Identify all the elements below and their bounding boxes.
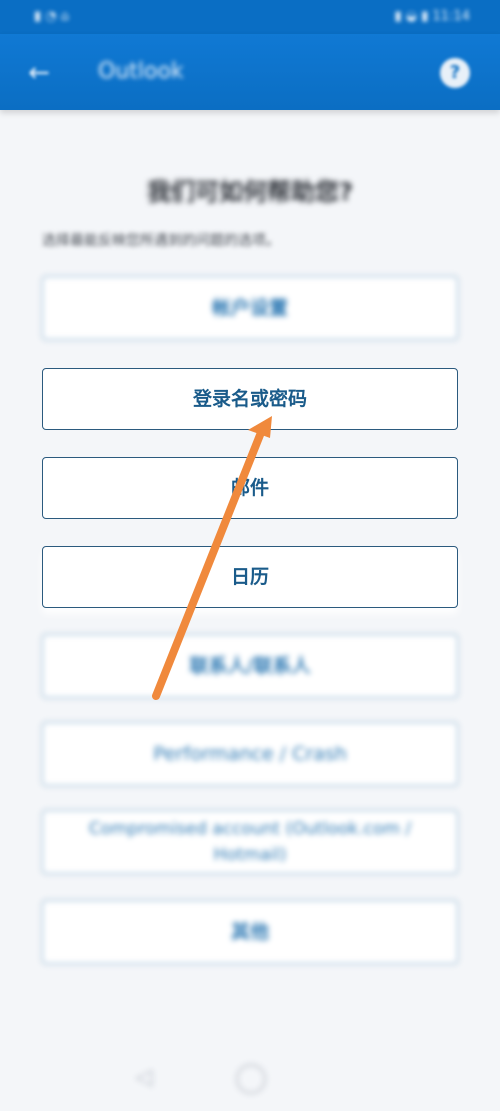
help-content: 我们可如何帮助您? 选择最能反映您所遇到的问题的选项。 帐户设置 登录名或密码 …: [0, 110, 500, 1111]
option-other[interactable]: 其他: [42, 900, 458, 964]
option-login-password[interactable]: 登录名或密码: [42, 368, 458, 430]
status-right-info: ▮ ◒ ▮ 11:14: [394, 9, 470, 24]
option-performance-crash[interactable]: Performance / Crash: [42, 722, 458, 786]
option-account-settings[interactable]: 帐户设置: [42, 276, 458, 340]
system-nav-bar: ◁: [0, 1040, 500, 1111]
page-heading: 我们可如何帮助您?: [147, 178, 353, 206]
back-arrow-icon[interactable]: ←: [22, 56, 56, 90]
option-contacts[interactable]: 联系人/联系人: [42, 634, 458, 698]
help-icon[interactable]: ?: [440, 58, 470, 88]
option-compromised-account[interactable]: Compromised account (Outlook.com / Hotma…: [42, 810, 458, 874]
status-bar: ▮ ◔ ⌂ ▮ ◒ ▮ 11:14: [0, 0, 500, 34]
status-left-icons: ▮ ◔ ⌂: [34, 9, 70, 24]
page-subtext: 选择最能反映您所遇到的问题的选项。: [42, 233, 280, 249]
nav-back-icon[interactable]: ◁: [130, 1064, 158, 1092]
option-mail[interactable]: 邮件: [42, 457, 458, 519]
nav-home-icon[interactable]: [236, 1064, 266, 1094]
option-calendar[interactable]: 日历: [42, 546, 458, 608]
app-bar: ← Outlook ?: [0, 34, 500, 110]
app-title: Outlook: [98, 59, 184, 84]
